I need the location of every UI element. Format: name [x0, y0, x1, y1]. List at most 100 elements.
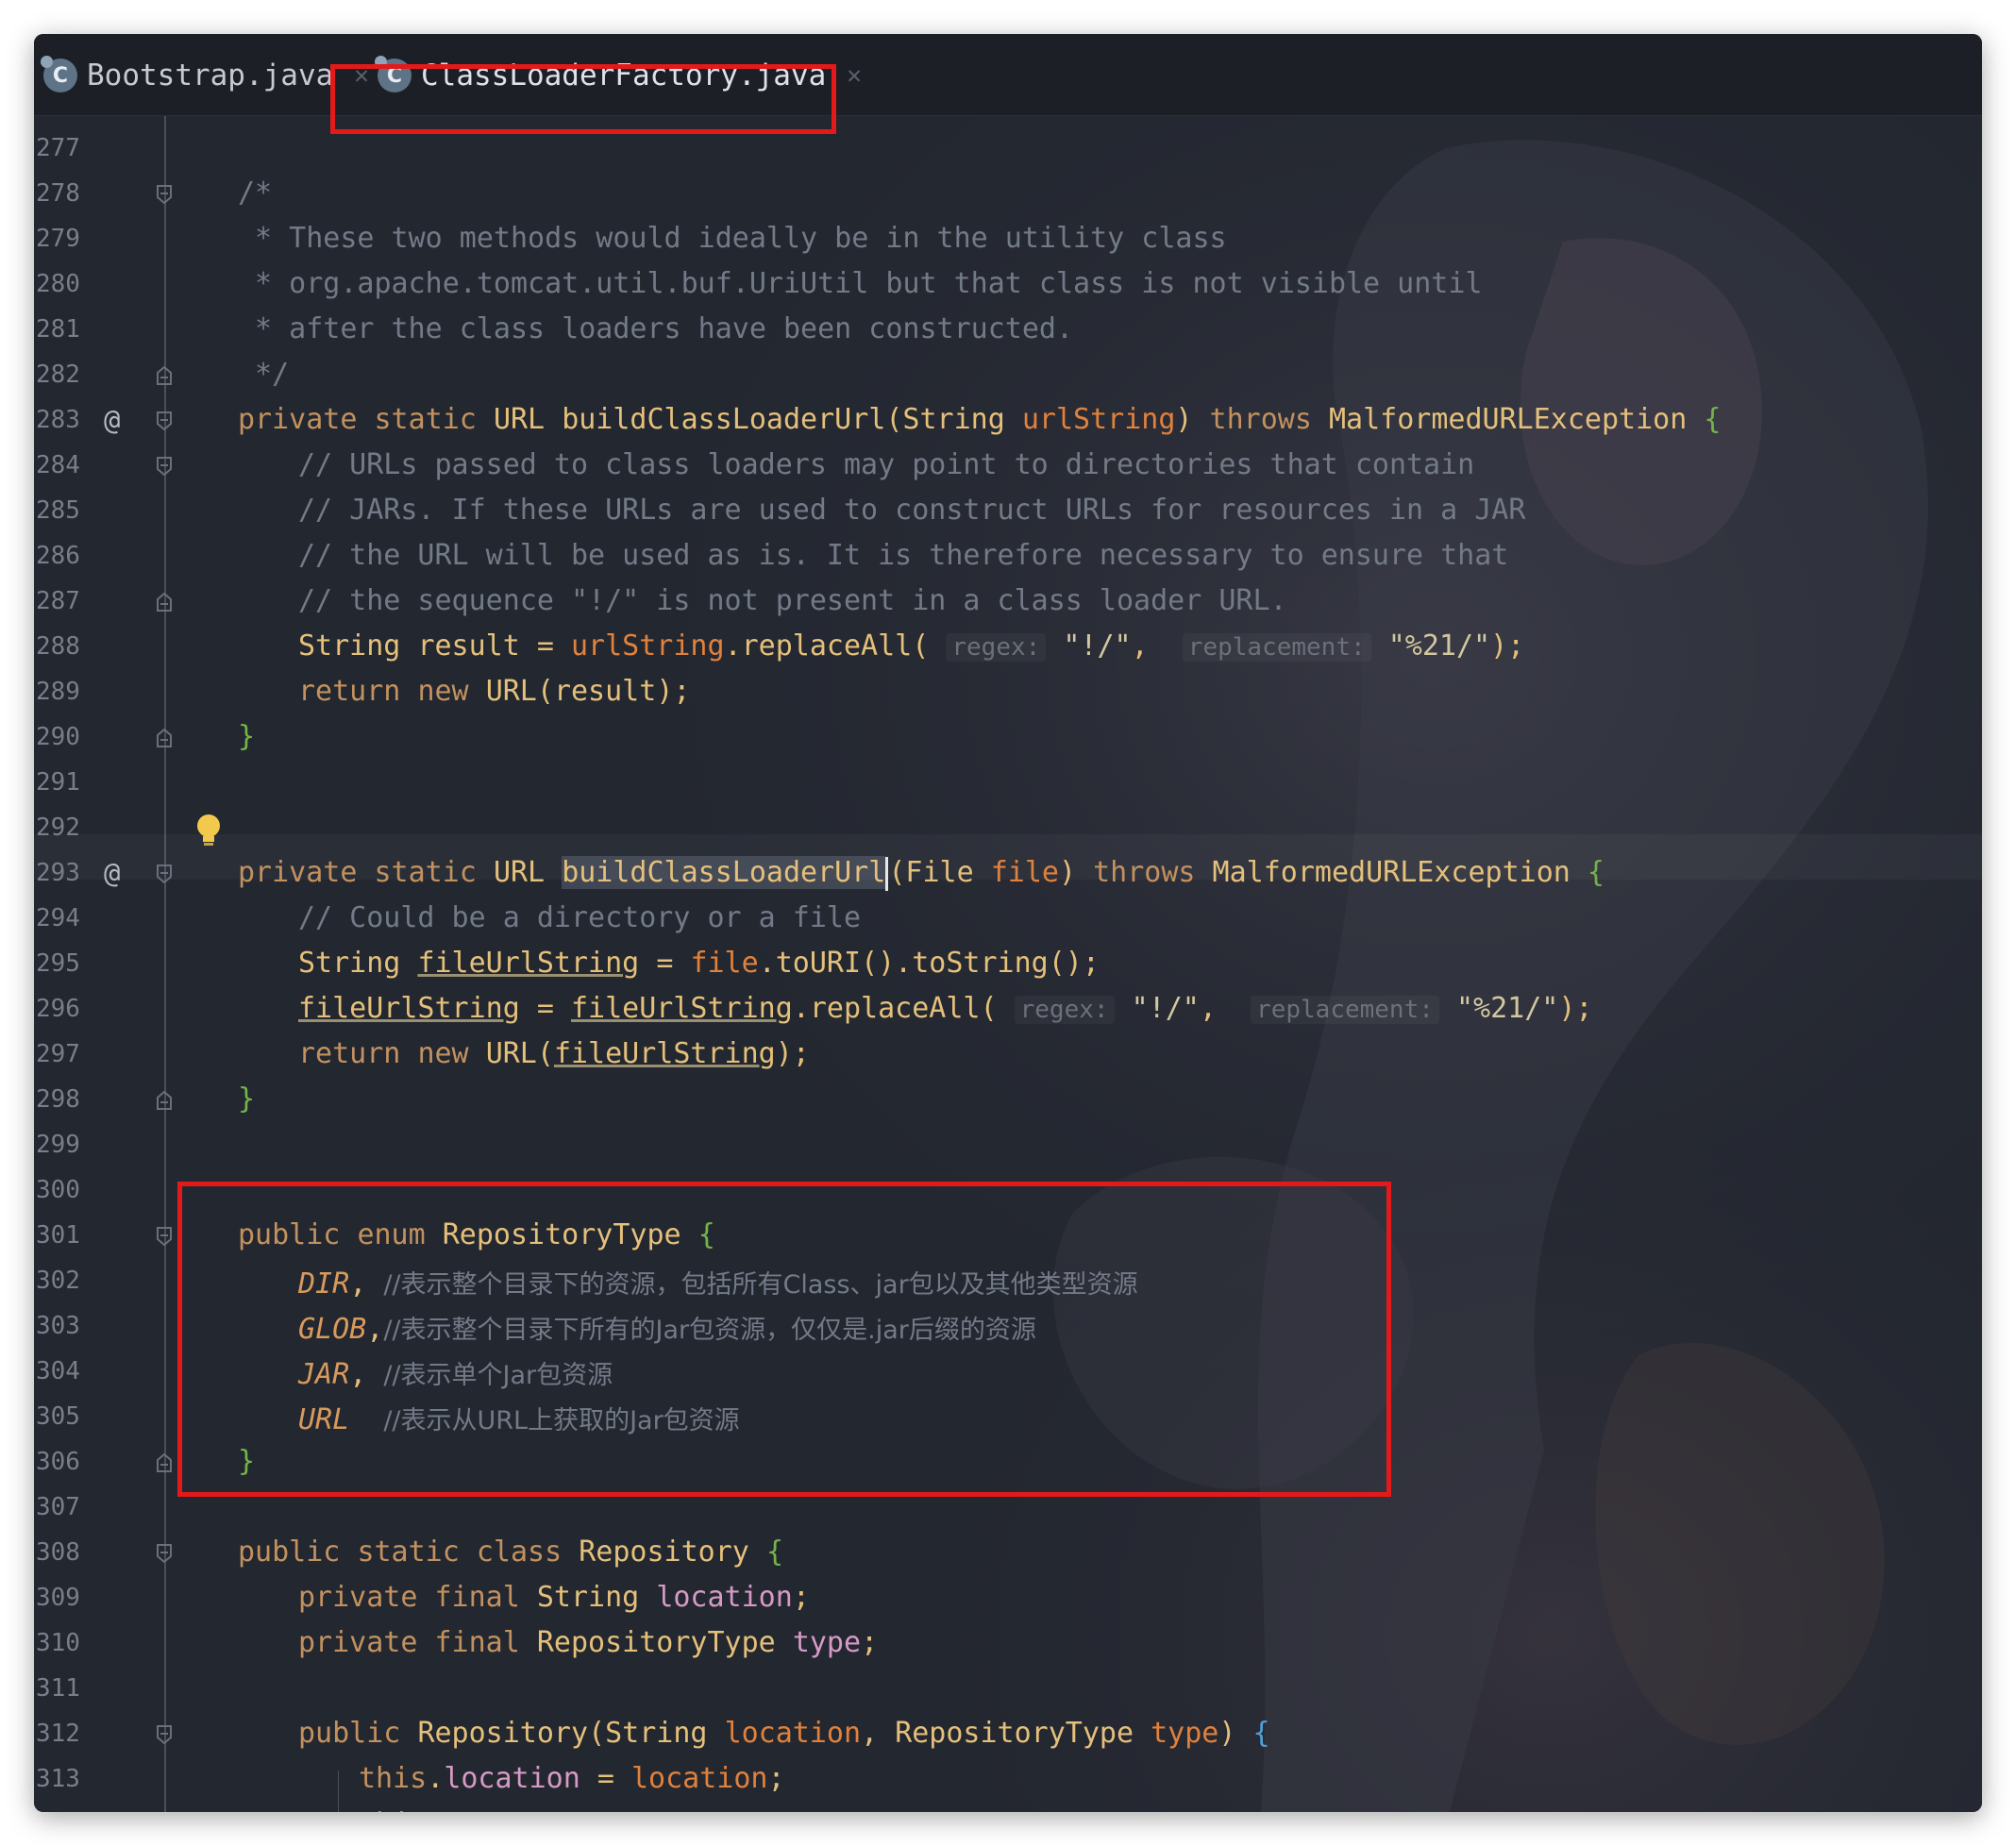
constructor-signature: public Repository(String location, Repos…: [298, 1717, 1270, 1750]
code-line: 288 String result = urlString.replaceAll…: [34, 627, 1982, 672]
enum-constant: GLOB,//表示整个目录下所有的Jar包资源，仅仅是.jar后缀的资源: [298, 1313, 1036, 1346]
tab-bootstrap-java[interactable]: C Bootstrap.java ✕: [41, 56, 369, 94]
code-line: 297 return new URL(fileUrlString);: [34, 1034, 1982, 1080]
code-line: 299: [34, 1125, 1982, 1170]
line-number: 289: [36, 678, 80, 706]
code-line: 277: [34, 128, 1982, 174]
field-declaration: private final RepositoryType type;: [298, 1626, 879, 1659]
code-line: 308 public static class Repository {: [34, 1533, 1982, 1578]
code-line: 304 JAR, //表示单个Jar包资源: [34, 1351, 1982, 1397]
line-number: 300: [36, 1176, 80, 1204]
tab-label: ClassLoaderFactory.java: [421, 59, 827, 92]
line-number: 307: [36, 1493, 80, 1521]
code-line: 310 private final RepositoryType type;: [34, 1623, 1982, 1669]
line-number: 291: [36, 768, 80, 797]
comment: // JARs. If these URLs are used to const…: [298, 494, 1526, 527]
code-line: 280 * org.apache.tomcat.util.buf.UriUtil…: [34, 264, 1982, 310]
closing-brace: }: [238, 720, 256, 753]
fold-icon[interactable]: [157, 457, 172, 476]
code-line: 307: [34, 1487, 1982, 1533]
code-line: 294 // Could be a directory or a file: [34, 898, 1982, 944]
line-number: 299: [36, 1131, 80, 1159]
comment: // the sequence "!/" is not present in a…: [298, 584, 1287, 617]
code-line: 282 */: [34, 355, 1982, 400]
statement: return new URL(fileUrlString);: [298, 1037, 810, 1070]
line-number: 277: [36, 134, 80, 162]
code-line: 284 // URLs passed to class loaders may …: [34, 445, 1982, 491]
line-number: 279: [36, 225, 80, 253]
line-number: 280: [36, 270, 80, 298]
field-declaration: private final String location;: [298, 1581, 810, 1614]
line-number: 292: [36, 814, 80, 842]
tab-label: Bootstrap.java: [87, 59, 334, 92]
line-number: 290: [36, 723, 80, 751]
fold-icon[interactable]: [157, 411, 172, 430]
line-number: 295: [36, 949, 80, 978]
code-line: 286 // the URL will be used as is. It is…: [34, 536, 1982, 581]
line-number: 288: [36, 632, 80, 661]
fold-icon[interactable]: [157, 864, 172, 883]
fold-icon[interactable]: [157, 1725, 172, 1744]
fold-icon[interactable]: [157, 1544, 172, 1563]
code-line: 313 this.location = location;: [34, 1759, 1982, 1804]
tab-classloaderfactory-java[interactable]: C ClassLoaderFactory.java ✕: [375, 56, 862, 94]
code-line: 278 /*: [34, 174, 1982, 219]
line-number: 285: [36, 496, 80, 525]
statement: String fileUrlString = file.toURI().toSt…: [298, 947, 1100, 980]
method-annotation-icon[interactable]: @: [104, 404, 120, 436]
code-line: 302 DIR, //表示整个目录下的资源，包括所有Class、jar包以及其他…: [34, 1261, 1982, 1306]
line-number: 286: [36, 542, 80, 570]
line-number: 304: [36, 1357, 80, 1385]
line-number: 308: [36, 1538, 80, 1567]
comment: // Could be a directory or a file: [298, 901, 862, 934]
closing-brace: }: [238, 1082, 256, 1116]
closing-brace: }: [238, 1445, 256, 1478]
code-line: 303 GLOB,//表示整个目录下所有的Jar包资源，仅仅是.jar后缀的资源: [34, 1306, 1982, 1351]
code-line: 289 return new URL(result);: [34, 672, 1982, 717]
method-annotation-icon[interactable]: @: [104, 857, 120, 889]
fold-end-icon[interactable]: [157, 729, 172, 747]
code-line: 300: [34, 1170, 1982, 1216]
statement: return new URL(result);: [298, 675, 691, 708]
line-number: 293: [36, 859, 80, 887]
comment: * org.apache.tomcat.util.buf.UriUtil but…: [238, 267, 1483, 300]
code-line: 291: [34, 763, 1982, 808]
comment: // URLs passed to class loaders may poin…: [298, 448, 1475, 481]
enum-constant: DIR, //表示整个目录下的资源，包括所有Class、jar包以及其他类型资源: [298, 1267, 1138, 1301]
fold-end-icon[interactable]: [157, 593, 172, 612]
close-icon[interactable]: ✕: [354, 61, 369, 90]
method-signature: private static URL buildClassLoaderUrl (F…: [238, 856, 1604, 891]
line-number: 310: [36, 1629, 80, 1657]
statement: String result = urlString.replaceAll( re…: [298, 629, 1525, 663]
statement: this.location = location;: [359, 1762, 785, 1795]
line-number: 282: [36, 361, 80, 389]
statement: fileUrlString = fileUrlString.replaceAll…: [298, 992, 1593, 1025]
line-number: 284: [36, 451, 80, 479]
enum-constant: JAR, //表示单个Jar包资源: [298, 1358, 613, 1391]
code-line: 292: [34, 808, 1982, 853]
code-line: 296 fileUrlString = fileUrlString.replac…: [34, 989, 1982, 1034]
comment: // the URL will be used as is. It is the…: [298, 539, 1509, 572]
line-number: 297: [36, 1040, 80, 1068]
comment: */: [238, 358, 290, 391]
enum-declaration: public enum RepositoryType {: [238, 1218, 715, 1251]
comment: /*: [238, 176, 273, 210]
fold-icon[interactable]: [157, 185, 172, 204]
line-number: 281: [36, 315, 80, 344]
line-number: 312: [36, 1720, 80, 1748]
ide-editor-window: C Bootstrap.java ✕ C ClassLoaderFactory.…: [34, 34, 1982, 1812]
close-icon[interactable]: ✕: [847, 61, 862, 90]
code-line: 293 @ private static URL buildClassLoade…: [34, 853, 1982, 898]
code-line: 301 public enum RepositoryType {: [34, 1216, 1982, 1261]
line-number: 306: [36, 1448, 80, 1476]
fold-icon[interactable]: [157, 1227, 172, 1246]
fold-end-icon[interactable]: [157, 1091, 172, 1110]
code-line: 311: [34, 1669, 1982, 1714]
lightbulb-icon[interactable]: [194, 812, 223, 853]
code-line: 281 * after the class loaders have been …: [34, 310, 1982, 355]
line-number: 314: [36, 1810, 92, 1812]
fold-end-icon[interactable]: [157, 366, 172, 385]
method-signature: private static URL buildClassLoaderUrl(S…: [238, 403, 1722, 436]
line-number: 305: [36, 1402, 80, 1431]
fold-end-icon[interactable]: [157, 1453, 172, 1472]
